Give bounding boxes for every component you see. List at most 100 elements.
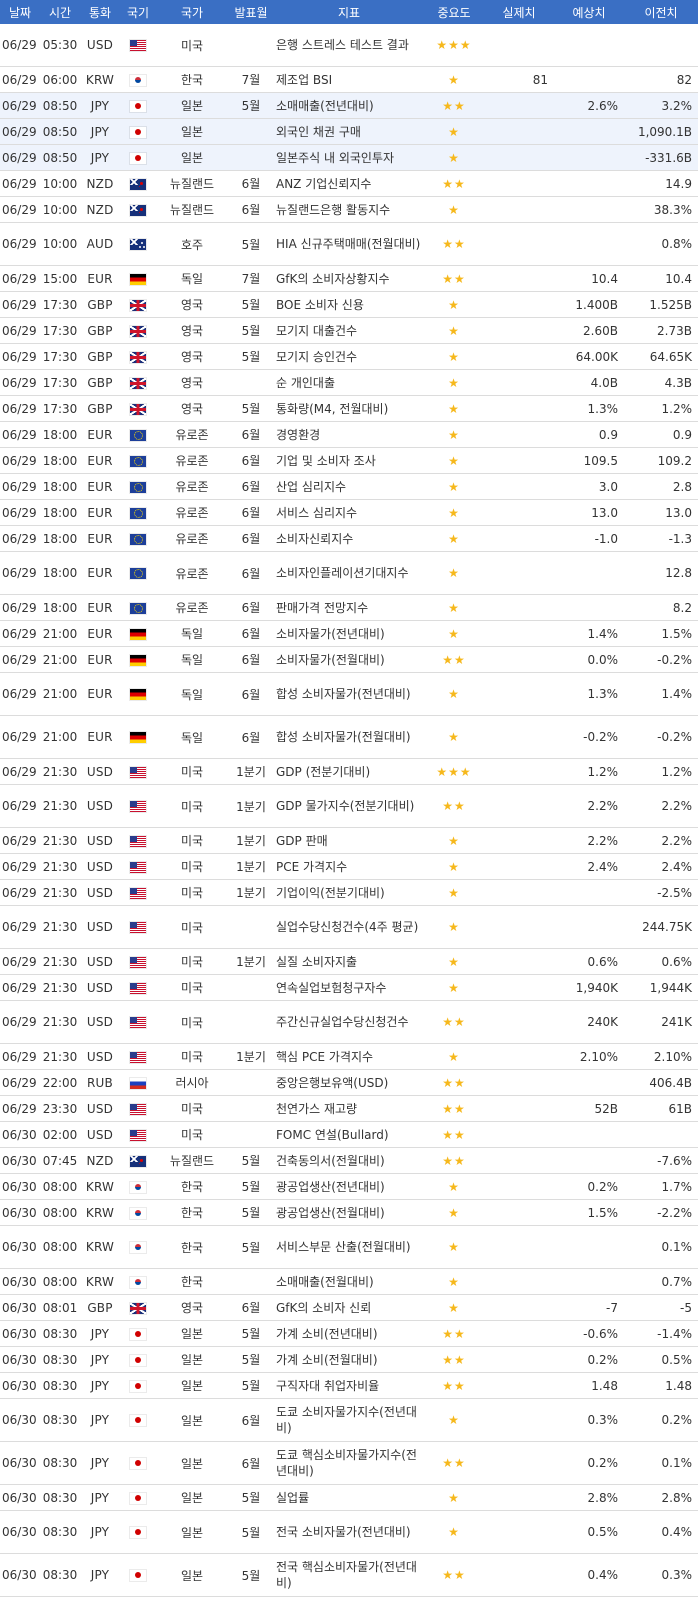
table-row[interactable]: 06/29 10:00 AUD 호주 5월 HIA 신규주택매매(전월대비) ★★ 0.8% bbox=[0, 222, 698, 266]
us-flag-icon bbox=[130, 1017, 146, 1028]
table-row[interactable]: 06/29 21:30 USD 미국 실업수당신청건수(4주 평균) ★ 244.75K bbox=[0, 905, 698, 949]
table-row[interactable]: 06/29 21:30 USD 미국 1분기 PCE 가격지수 ★ 2.4% 2.4% bbox=[0, 853, 698, 880]
table-row[interactable]: 06/29 18:00 EUR 유로존 6월 판매가격 전망지수 ★ 8.2 bbox=[0, 594, 698, 621]
table-row[interactable]: 06/29 18:00 EUR 유로존 6월 소비자인플레이션기대지수 ★ 12.8 bbox=[0, 551, 698, 595]
currency-cell: GBP bbox=[80, 369, 120, 396]
us-flag-icon bbox=[130, 1129, 146, 1141]
previous-cell: -331.6B bbox=[624, 144, 698, 171]
table-row[interactable]: 06/29 21:30 USD 미국 1분기 실질 소비자지출 ★ 0.6% 0.6% bbox=[0, 948, 698, 975]
currency-cell: USD bbox=[80, 905, 120, 949]
previous-cell: 38.3% bbox=[624, 196, 698, 223]
table-row[interactable]: 06/29 17:30 GBP 영국 5월 모기지 승인건수 ★ 64.00K 64.65K bbox=[0, 343, 698, 370]
col-indicator-header[interactable]: 지표 bbox=[274, 0, 424, 24]
table-row[interactable]: 06/29 10:00 NZD 뉴질랜드 6월 뉴질랜드은행 활동지수 ★ 38.3% bbox=[0, 196, 698, 223]
table-row[interactable]: 06/29 08:50 JPY 일본 5월 소매매출(전년대비) ★★ 2.6% 3.2% bbox=[0, 92, 698, 119]
col-currency-header[interactable]: 통화 bbox=[80, 0, 120, 24]
flag-cell bbox=[120, 1199, 156, 1226]
col-flag-header[interactable]: 국기 bbox=[120, 0, 156, 24]
importance-cell: ★ bbox=[424, 551, 484, 595]
table-header: 날짜 시간 통화 국기 국가 발표월 지표 중요도 실제치 예상치 이전치 bbox=[0, 0, 698, 24]
col-time-header[interactable]: 시간 bbox=[40, 0, 80, 24]
country-cell: 유로존 bbox=[156, 473, 228, 500]
previous-cell: 14.9 bbox=[624, 170, 698, 197]
table-row[interactable]: 06/30 02:00 USD 미국 FOMC 연설(Bullard) ★★ bbox=[0, 1121, 698, 1148]
indicator-cell: GDP 물가지수(전분기대비) bbox=[274, 784, 424, 828]
us-flag-icon bbox=[130, 956, 146, 968]
table-row[interactable]: 06/29 21:00 EUR 독일 6월 합성 소비자물가(전년대비) ★ 1.3% 1.4% bbox=[0, 672, 698, 716]
previous-cell: 244.75K bbox=[624, 905, 698, 949]
table-row[interactable]: 06/30 07:45 NZD 뉴질랜드 5월 건축동의서(전월대비) ★★ -7.6% bbox=[0, 1147, 698, 1174]
table-row[interactable]: 06/29 21:30 USD 미국 주간신규실업수당신청건수 ★★ 240K 241K bbox=[0, 1000, 698, 1044]
table-row[interactable]: 06/30 08:30 JPY 일본 5월 구직자대 취업자비율 ★★ 1.48 1.48 bbox=[0, 1372, 698, 1399]
table-row[interactable]: 06/29 21:30 USD 미국 1분기 GDP (전분기대비) ★★★ 1.2% 1.2% bbox=[0, 758, 698, 785]
table-row[interactable]: 06/30 08:00 KRW 한국 소매매출(전월대비) ★ 0.7% bbox=[0, 1268, 698, 1295]
date-cell: 06/29 bbox=[0, 1095, 40, 1122]
indicator-cell: FOMC 연설(Bullard) bbox=[274, 1121, 424, 1148]
currency-cell: USD bbox=[80, 853, 120, 880]
table-row[interactable]: 06/29 21:30 USD 미국 1분기 기업이익(전분기대비) ★ -2.5% bbox=[0, 879, 698, 906]
table-row[interactable]: 06/30 08:01 GBP 영국 6월 GfK의 소비자 신뢰 ★ -7 -5 bbox=[0, 1294, 698, 1321]
table-row[interactable]: 06/29 21:30 USD 미국 1분기 GDP 물가지수(전분기대비) ★★ 2.2% 2… bbox=[0, 784, 698, 828]
table-row[interactable]: 06/30 08:30 JPY 일본 5월 전국 소비자물가(전년대비) ★ 0.5% 0.4% bbox=[0, 1510, 698, 1554]
flag-cell bbox=[120, 1372, 156, 1399]
table-row[interactable]: 06/29 17:30 GBP 영국 5월 모기지 대출건수 ★ 2.60B 2.73B bbox=[0, 317, 698, 344]
table-row[interactable]: 06/29 17:30 GBP 영국 순 개인대출 ★ 4.0B 4.3B bbox=[0, 369, 698, 396]
table-row[interactable]: 06/30 08:00 KRW 한국 5월 광공업생산(전월대비) ★ 1.5% -2.2% bbox=[0, 1199, 698, 1226]
col-period-header[interactable]: 발표월 bbox=[228, 0, 274, 24]
table-row[interactable]: 06/29 21:00 EUR 독일 6월 소비자물가(전년대비) ★ 1.4% 1.5% bbox=[0, 620, 698, 647]
kr-flag-icon bbox=[130, 74, 146, 86]
col-importance-header[interactable]: 중요도 bbox=[424, 0, 484, 24]
indicator-cell: 도쿄 소비자물가지수(전년대비) bbox=[274, 1398, 424, 1442]
col-forecast-header[interactable]: 예상치 bbox=[554, 0, 624, 24]
table-row[interactable]: 06/29 18:00 EUR 유로존 6월 서비스 심리지수 ★ 13.0 13.0 bbox=[0, 499, 698, 526]
table-row[interactable]: 06/30 08:30 JPY 일본 5월 가계 소비(전월대비) ★★ 0.2% 0.5% bbox=[0, 1346, 698, 1373]
previous-cell: 0.1% bbox=[624, 1225, 698, 1269]
table-row[interactable]: 06/29 23:30 USD 미국 천연가스 재고량 ★★ 52B 61B bbox=[0, 1095, 698, 1122]
time-cell: 23:30 bbox=[40, 1095, 80, 1122]
col-date-header[interactable]: 날짜 bbox=[0, 0, 40, 24]
table-row[interactable]: 06/30 08:30 JPY 일본 5월 실업률 ★ 2.8% 2.8% bbox=[0, 1484, 698, 1511]
de-flag-icon bbox=[130, 732, 146, 743]
previous-cell: 0.6% bbox=[624, 948, 698, 975]
table-row[interactable]: 06/29 21:00 EUR 독일 6월 합성 소비자물가(전월대비) ★ -0.2% -0.… bbox=[0, 715, 698, 759]
table-row[interactable]: 06/30 08:30 JPY 일본 5월 전국 핵심소비자물가(전년대비) ★★ 0.4% 0… bbox=[0, 1553, 698, 1597]
col-country-header[interactable]: 국가 bbox=[156, 0, 228, 24]
table-row[interactable]: 06/30 08:00 KRW 한국 5월 광공업생산(전년대비) ★ 0.2% 1.7% bbox=[0, 1173, 698, 1200]
table-row[interactable]: 06/29 22:00 RUB 러시아 중앙은행보유액(USD) ★★ 406.4B bbox=[0, 1069, 698, 1096]
actual-cell bbox=[484, 24, 554, 67]
table-row[interactable]: 06/29 18:00 EUR 유로존 6월 산업 심리지수 ★ 3.0 2.8 bbox=[0, 473, 698, 500]
table-row[interactable]: 06/29 15:00 EUR 독일 7월 GfK의 소비자상황지수 ★★ 10.4 10.4 bbox=[0, 265, 698, 292]
indicator-cell: 합성 소비자물가(전월대비) bbox=[274, 715, 424, 759]
date-cell: 06/30 bbox=[0, 1398, 40, 1442]
table-row[interactable]: 06/30 08:30 JPY 일본 6월 도쿄 소비자물가지수(전년대비) ★ 0.3% 0.… bbox=[0, 1398, 698, 1442]
flag-cell bbox=[120, 421, 156, 448]
col-actual-header[interactable]: 실제치 bbox=[484, 0, 554, 24]
flag-cell bbox=[120, 1268, 156, 1295]
period-cell: 6월 bbox=[228, 551, 274, 595]
table-row[interactable]: 06/29 21:30 USD 미국 1분기 핵심 PCE 가격지수 ★ 2.10% 2.10% bbox=[0, 1043, 698, 1070]
table-row[interactable]: 06/30 08:30 JPY 일본 6월 도쿄 핵심소비자물가지수(전년대비) ★★ 0.2… bbox=[0, 1441, 698, 1485]
date-cell: 06/30 bbox=[0, 1121, 40, 1148]
forecast-cell: 1.400B bbox=[554, 291, 624, 318]
table-row[interactable]: 06/29 17:30 GBP 영국 5월 BOE 소비자 신용 ★ 1.400B 1.525B bbox=[0, 291, 698, 318]
period-cell: 5월 bbox=[228, 222, 274, 266]
col-previous-header[interactable]: 이전치 bbox=[624, 0, 698, 24]
forecast-cell bbox=[554, 879, 624, 906]
table-row[interactable]: 06/30 08:30 JPY 일본 5월 가계 소비(전년대비) ★★ -0.6% -1.4% bbox=[0, 1320, 698, 1347]
table-row[interactable]: 06/29 18:00 EUR 유로존 6월 경영환경 ★ 0.9 0.9 bbox=[0, 421, 698, 448]
importance-stars-icon: ★ bbox=[448, 626, 460, 641]
table-row[interactable]: 06/30 08:00 KRW 한국 5월 서비스부문 산출(전월대비) ★ 0.1% bbox=[0, 1225, 698, 1269]
forecast-cell: 3.0 bbox=[554, 473, 624, 500]
table-row[interactable]: 06/29 18:00 EUR 유로존 6월 소비자신뢰지수 ★ -1.0 -1.3 bbox=[0, 525, 698, 552]
table-row[interactable]: 06/29 21:00 EUR 독일 6월 소비자물가(전월대비) ★★ 0.0% -0.2% bbox=[0, 646, 698, 673]
table-row[interactable]: 06/29 08:50 JPY 일본 외국인 채권 구매 ★ 1,090.1B bbox=[0, 118, 698, 145]
table-row[interactable]: 06/29 21:30 USD 미국 1분기 GDP 판매 ★ 2.2% 2.2% bbox=[0, 827, 698, 854]
table-row[interactable]: 06/29 18:00 EUR 유로존 6월 기업 및 소비자 조사 ★ 109.5 109.2 bbox=[0, 447, 698, 474]
table-row[interactable]: 06/29 17:30 GBP 영국 5월 통화량(M4, 전월대비) ★ 1.3% 1.2% bbox=[0, 395, 698, 422]
table-row[interactable]: 06/29 10:00 NZD 뉴질랜드 6월 ANZ 기업신뢰지수 ★★ 14.9 bbox=[0, 170, 698, 197]
country-cell: 미국 bbox=[156, 827, 228, 854]
table-row[interactable]: 06/29 06:00 KRW 한국 7월 제조업 BSI ★ 81 82 bbox=[0, 66, 698, 93]
table-row[interactable]: 06/29 08:50 JPY 일본 일본주식 내 외국인투자 ★ -331.6B bbox=[0, 144, 698, 171]
table-row[interactable]: 06/29 05:30 USD 미국 은행 스트레스 테스트 결과 ★★★ bbox=[0, 24, 698, 67]
table-row[interactable]: 06/29 21:30 USD 미국 연속실업보험청구자수 ★ 1,940K 1,944K bbox=[0, 974, 698, 1001]
